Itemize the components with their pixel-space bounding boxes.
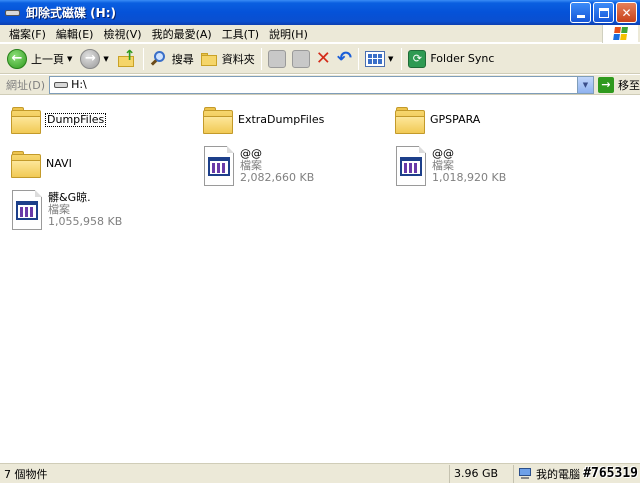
folder-icon <box>10 106 42 136</box>
maximize-icon <box>598 7 609 18</box>
folder-icon <box>202 106 234 136</box>
file-icon <box>394 146 428 186</box>
title-bar[interactable]: 卸除式磁碟 (H:) ✕ <box>0 0 640 25</box>
folders-label: 資料夾 <box>221 52 255 66</box>
folder-icon <box>394 106 426 136</box>
toolbar-separator <box>401 47 403 70</box>
up-button[interactable]: ↑ <box>114 46 140 72</box>
status-location-label: 我的電腦 <box>536 467 580 481</box>
search-button[interactable]: 搜尋 <box>147 46 197 72</box>
back-arrow-icon: ← <box>7 48 27 69</box>
watermark: #765319 <box>583 465 638 481</box>
minimize-icon <box>576 15 585 18</box>
undo-icon: ↶ <box>336 47 352 69</box>
maximize-button[interactable] <box>593 2 614 23</box>
folder-item[interactable]: DumpFiles <box>10 102 107 136</box>
back-label: 上一頁 <box>31 52 64 66</box>
item-size: 1,018,920 KB <box>432 171 507 184</box>
removable-drive-icon <box>5 7 21 19</box>
folder-icon <box>10 150 42 180</box>
views-dropdown-icon[interactable]: ▼ <box>388 55 393 63</box>
toolbar-separator <box>260 47 262 70</box>
menu-favorites[interactable]: 我的最愛(A) <box>147 26 217 42</box>
address-input[interactable]: H:\ ▼ <box>49 75 594 94</box>
views-button[interactable]: ▼ <box>362 46 398 72</box>
minimize-button[interactable] <box>570 2 591 23</box>
address-label: 網址(D) <box>6 78 46 92</box>
views-icon <box>364 50 385 67</box>
delete-x-icon: ✕ <box>315 47 331 69</box>
address-value[interactable]: H:\ <box>71 78 87 91</box>
toolbar: ← 上一頁 ▼ → ▼ ↑ 搜尋 資料夾 ✕ ↶ ▼ ⟳ Folder Sync <box>0 44 640 74</box>
menu-view[interactable]: 檢視(V) <box>98 26 146 42</box>
search-label: 搜尋 <box>171 52 194 66</box>
file-icon <box>10 190 44 230</box>
search-icon <box>150 50 168 68</box>
status-object-count: 7 個物件 <box>0 464 450 483</box>
status-bar: 7 個物件 3.96 GB 我的電腦 <box>0 463 640 483</box>
back-button[interactable]: ← 上一頁 ▼ <box>4 46 77 72</box>
copy-to-icon <box>291 49 310 68</box>
toolbar-separator <box>142 47 144 70</box>
file-item[interactable]: @@ 檔案 1,018,920 KB <box>394 146 506 186</box>
item-name: NAVI <box>46 157 72 170</box>
delete-button[interactable]: ✕ <box>313 46 334 72</box>
folder-up-icon: ↑ <box>117 49 137 69</box>
undo-button[interactable]: ↶ <box>334 46 355 72</box>
go-arrow-icon: → <box>598 76 614 93</box>
window-title: 卸除式磁碟 (H:) <box>26 6 116 20</box>
forward-dropdown-icon[interactable]: ▼ <box>103 55 108 63</box>
window-controls: ✕ <box>570 2 637 23</box>
sync-icon: ⟳ <box>408 49 427 68</box>
folder-item[interactable]: ExtraDumpFiles <box>202 102 324 136</box>
back-dropdown-icon[interactable]: ▼ <box>67 55 72 63</box>
menu-file[interactable]: 檔案(F) <box>4 26 51 42</box>
windows-flag-icon <box>612 27 629 41</box>
go-button[interactable]: → 移至 <box>598 76 640 93</box>
forward-arrow-icon: → <box>80 48 101 69</box>
close-icon: ✕ <box>621 5 632 20</box>
folders-icon <box>200 51 218 67</box>
folder-item[interactable]: NAVI <box>10 146 72 180</box>
folder-sync-button[interactable]: ⟳ Folder Sync <box>405 46 497 72</box>
drive-icon <box>54 81 69 88</box>
item-name: ExtraDumpFiles <box>238 113 325 126</box>
item-size: 2,082,660 KB <box>240 171 315 184</box>
close-button[interactable]: ✕ <box>616 2 637 23</box>
move-to-button[interactable] <box>265 46 289 72</box>
move-to-icon <box>267 49 286 68</box>
go-label: 移至 <box>618 78 640 92</box>
file-icon <box>202 146 236 186</box>
toolbar-separator <box>357 47 359 70</box>
folder-sync-label: Folder Sync <box>430 52 495 65</box>
item-size: 1,055,958 KB <box>48 215 123 228</box>
address-dropdown-icon[interactable]: ▼ <box>577 76 593 93</box>
folders-button[interactable]: 資料夾 <box>197 46 258 72</box>
status-size: 3.96 GB <box>450 464 514 483</box>
file-list[interactable]: DumpFiles ExtraDumpFiles GPSPARA NAVI @@… <box>0 96 640 462</box>
forward-button[interactable]: → ▼ <box>77 46 113 72</box>
item-name: DumpFiles <box>44 113 107 127</box>
menu-tools[interactable]: 工具(T) <box>217 26 264 42</box>
file-item[interactable]: 髒&G晾. 檔案 1,055,958 KB <box>10 190 122 230</box>
menu-help[interactable]: 說明(H) <box>264 26 313 42</box>
windows-logo <box>602 25 638 43</box>
my-computer-icon <box>518 467 532 480</box>
menu-edit[interactable]: 編輯(E) <box>51 26 99 42</box>
item-name: GPSPARA <box>430 113 481 126</box>
copy-to-button[interactable] <box>289 46 313 72</box>
file-item[interactable]: @@ 檔案 2,082,660 KB <box>202 146 314 186</box>
folder-item[interactable]: GPSPARA <box>394 102 480 136</box>
menu-bar: 檔案(F) 編輯(E) 檢視(V) 我的最愛(A) 工具(T) 說明(H) <box>0 25 640 43</box>
address-bar: 網址(D) H:\ ▼ → 移至 <box>0 75 640 95</box>
